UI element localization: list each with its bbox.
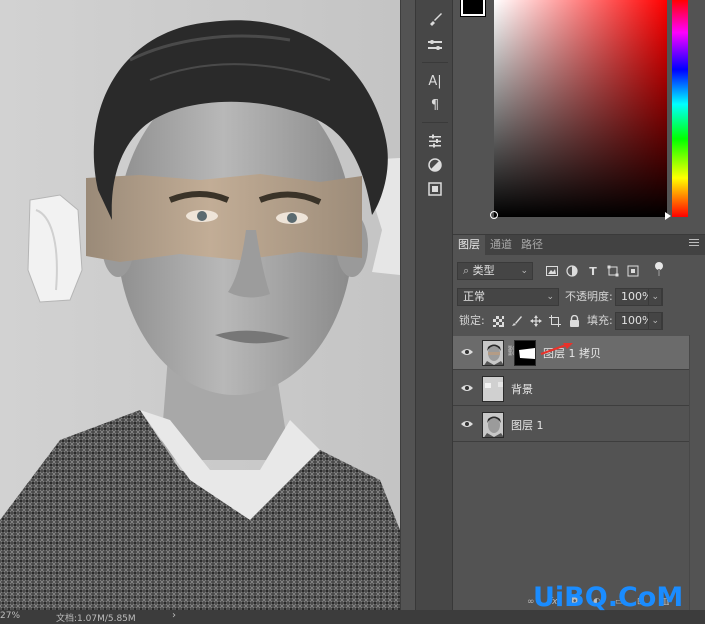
properties-icon[interactable] [426,180,444,198]
paragraph-icon[interactable]: ¶ [426,96,444,114]
filter-kind-select[interactable]: ⌕ 类型 ⌄ [457,262,533,280]
layers-scrollbar[interactable] [689,335,705,611]
tool-separator [422,62,448,63]
layer-thumbnail[interactable] [482,412,504,438]
color-picker-marker[interactable] [490,211,498,219]
lock-image-pixels-icon[interactable] [510,314,524,328]
chevron-down-icon: ⌄ [520,266,528,276]
search-icon: ⌕ [463,264,473,277]
adjustment-filter-icon[interactable] [565,264,579,278]
character-icon[interactable]: A| [426,72,444,90]
layer-mask-thumbnail[interactable] [514,340,536,366]
visibility-eye-icon[interactable] [461,419,473,429]
tab-paths[interactable]: 路径 [516,235,548,255]
tab-channels[interactable]: 通道 [485,235,517,255]
foreground-color-swatch[interactable] [460,0,486,17]
layer-filter-row: ⌕ 类型 ⌄ T [453,262,705,282]
blend-mode-select[interactable]: 正常 ⌄ [457,288,559,306]
type-filter-icon[interactable]: T [586,264,600,278]
panel-tabs: 图层 通道 路径 [453,235,705,255]
layer-row[interactable]: 图层 1 [453,408,689,442]
lock-row: 锁定: 填充: 100% ⌄ [453,312,705,332]
visibility-eye-icon[interactable] [461,347,473,357]
tool-separator [422,122,448,123]
lock-label: 锁定: [459,314,485,327]
filter-toggle-icon[interactable] [652,262,666,276]
portrait-artwork [0,0,400,610]
lock-all-icon[interactable] [567,314,581,328]
lock-artboard-icon[interactable] [548,314,562,328]
visibility-eye-icon[interactable] [461,383,473,393]
smart-object-filter-icon[interactable] [626,264,640,278]
layer-row[interactable]: ⛓ 图层 1 拷贝 [453,336,689,370]
document-info: 文档:1.07M/5.85M [56,614,136,624]
annotation-arrow-icon [540,342,573,356]
lock-position-icon[interactable] [529,314,543,328]
canvas-image[interactable] [0,0,400,610]
opacity-label: 不透明度: [565,290,613,303]
color-panel [453,0,705,232]
panel-gutter [400,0,415,610]
chevron-down-icon: ⌄ [651,292,659,302]
fill-dropdown[interactable]: ⌄ [648,312,662,330]
tab-layers[interactable]: 图层 [453,235,485,255]
adjustments-icon[interactable] [426,132,444,150]
opacity-dropdown[interactable]: ⌄ [648,288,662,306]
chevron-down-icon: ⌄ [546,292,554,302]
layer-thumbnail[interactable] [482,376,504,402]
layer-row[interactable]: 背景 [453,372,689,406]
hue-slider-handle[interactable] [665,212,671,220]
brush-presets-icon[interactable] [426,36,444,54]
image-filter-icon[interactable] [545,264,559,278]
zoom-level[interactable]: 27% [0,611,20,621]
hue-slider[interactable] [672,0,688,217]
layer-thumbnail[interactable] [482,340,504,366]
layers-panel: 图层 通道 路径 ⌕ 类型 ⌄ T 正常 ⌄ 不透明度: 100% ⌄ 锁定: … [453,234,705,611]
shape-filter-icon[interactable] [606,264,620,278]
brush-settings-icon[interactable] [426,10,444,28]
status-menu-arrow[interactable]: › [172,610,176,621]
filter-kind-label: 类型 [472,264,495,277]
fill-label: 填充: [587,314,613,327]
panel-menu-icon[interactable] [689,239,699,249]
chevron-down-icon: ⌄ [651,316,659,326]
panel-icon-column: A| ¶ [415,0,453,610]
lock-transparent-pixels-icon[interactable] [491,314,505,328]
blend-mode-value: 正常 [463,290,485,303]
styles-icon[interactable] [426,156,444,174]
color-field[interactable] [494,0,667,217]
blend-row: 正常 ⌄ 不透明度: 100% ⌄ [453,288,705,308]
layer-name[interactable]: 图层 1 [511,417,544,433]
site-watermark: UiBQ.CoM [533,582,684,613]
layer-name[interactable]: 背景 [511,381,533,397]
